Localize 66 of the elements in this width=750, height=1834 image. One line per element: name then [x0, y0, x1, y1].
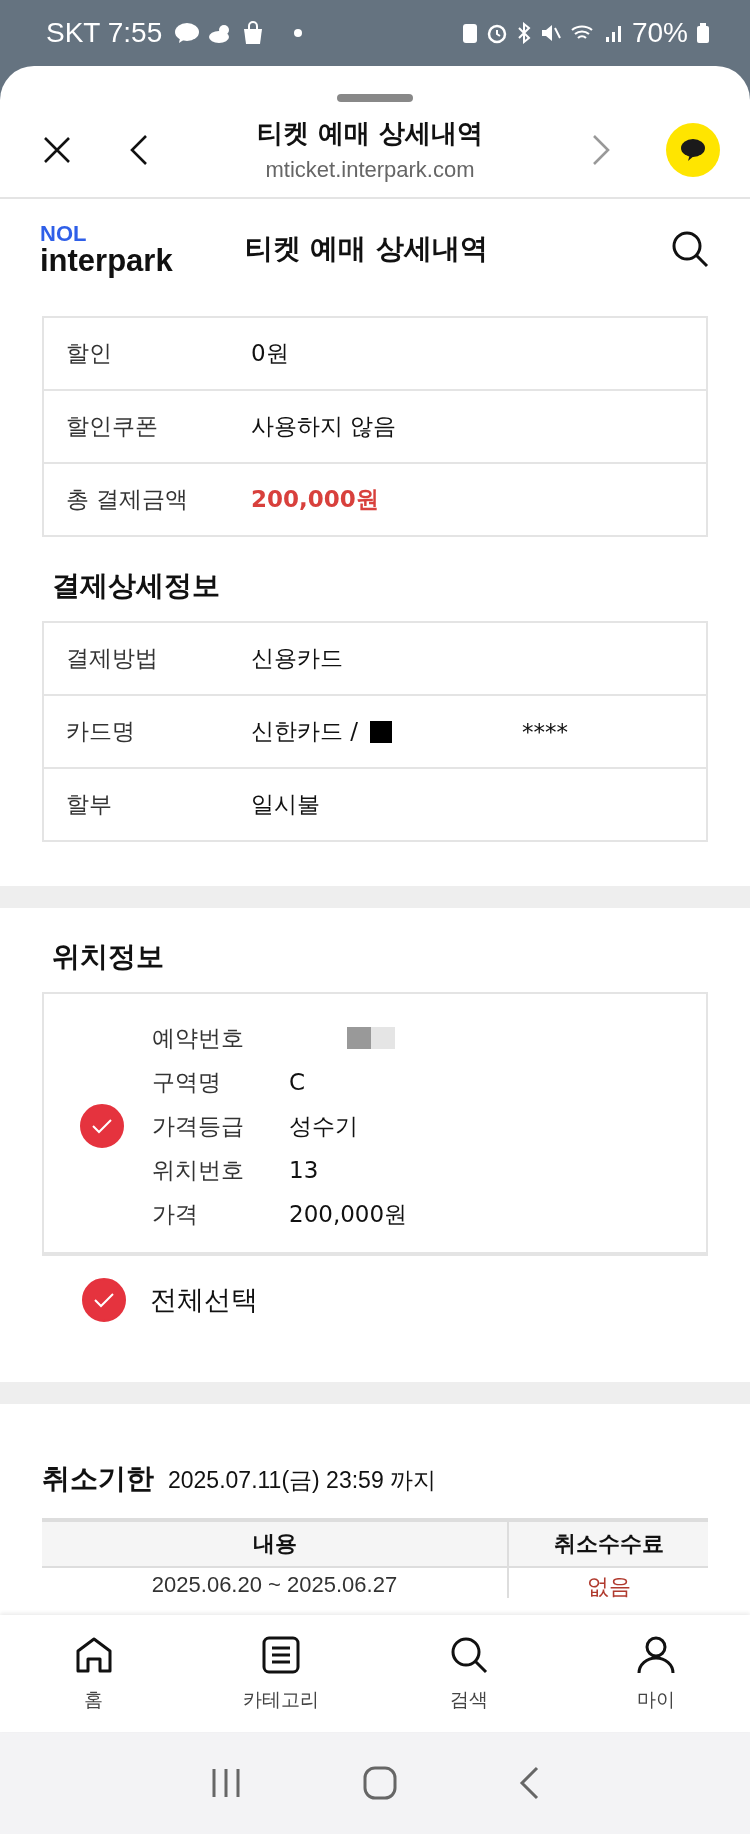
forward-icon[interactable]: [592, 133, 610, 166]
row-label: 할부: [65, 790, 113, 819]
battery-icon: [696, 22, 710, 44]
row-value: 200,000원: [251, 485, 379, 514]
back-icon[interactable]: [130, 133, 148, 166]
table-cell: 2025.06.20 ~ 2025.06.27: [42, 1568, 509, 1598]
app-title: 티켓 예매 상세내역: [244, 231, 490, 267]
list-icon: [261, 1634, 302, 1675]
alarm-icon: [485, 22, 508, 44]
shopping-bag-icon: [242, 21, 265, 45]
nav-tab[interactable]: 검색: [375, 1615, 563, 1732]
deadline-text: 2025.07.11(금) 23:59 까지: [168, 1466, 437, 1495]
row-value: 0원: [251, 339, 289, 368]
url-text: mticket.interpark.com: [265, 157, 475, 183]
seat-label: 가격: [152, 1199, 199, 1229]
column-header: 취소수수료: [552, 1530, 665, 1558]
page-title: 티켓 예매 상세내역: [256, 117, 484, 150]
nav-tab[interactable]: 홈: [0, 1615, 188, 1732]
logo[interactable]: NOL interpark: [40, 222, 173, 276]
row-label: 할인쿠폰: [65, 412, 159, 441]
column-header: 내용: [42, 1522, 509, 1566]
redaction-mark: [370, 720, 393, 743]
table-cell-text: 없음: [585, 1573, 632, 1601]
battery-saver-icon: [461, 22, 478, 44]
row-value: 사용하지 않음: [251, 412, 397, 441]
row-label: 총 결제금액: [65, 485, 190, 514]
seat-value: C: [289, 1069, 306, 1095]
seat-label: 구역명: [152, 1067, 222, 1097]
row-value: 신한카드 /: [251, 717, 359, 746]
drag-handle[interactable]: [337, 94, 413, 102]
section-title: 취소기한: [42, 1461, 154, 1497]
carrier-time: SKT 7:55: [46, 17, 163, 49]
battery-percent: 70%: [631, 17, 688, 49]
close-icon[interactable]: [42, 134, 72, 165]
search-icon[interactable]: [670, 229, 710, 269]
nav-tab[interactable]: 카테고리: [187, 1615, 375, 1732]
row-value: 신용카드: [251, 644, 343, 673]
section-title: 위치정보: [52, 939, 165, 975]
bluetooth-icon: [515, 22, 532, 44]
seat-label: 위치번호: [152, 1155, 245, 1185]
chat-icon: [174, 22, 201, 44]
seat-value: 13: [289, 1157, 319, 1183]
dot-icon: [294, 29, 303, 37]
seat-label: 예약번호: [152, 1023, 245, 1053]
seat-label: 가격등급: [152, 1111, 245, 1141]
select-all-label[interactable]: 전체선택: [150, 1282, 258, 1318]
row-label: 결제방법: [65, 644, 159, 673]
checkbox[interactable]: [80, 1104, 124, 1148]
recent-apps-icon[interactable]: [211, 1767, 241, 1799]
nav-tab[interactable]: 마이: [562, 1615, 750, 1732]
person-icon: [636, 1634, 677, 1675]
seat-card[interactable]: 예약번호 구역명 C 가격등급 성수기 위치번호 13 가격 200,000원: [42, 992, 708, 1256]
section-title: 결제상세정보: [52, 568, 221, 604]
checkbox[interactable]: [82, 1278, 126, 1322]
checkmark-icon: [91, 1118, 113, 1134]
checkmark-icon: [93, 1292, 115, 1308]
redaction-mark: [347, 1027, 395, 1049]
seat-value: 200,000원: [289, 1199, 408, 1229]
mute-icon: [539, 22, 562, 44]
row-value: 일시불: [251, 790, 320, 819]
row-label: 카드명: [65, 717, 136, 746]
seat-value: 성수기: [289, 1111, 358, 1141]
masked-digits: ****: [522, 718, 569, 745]
home-button-icon[interactable]: [363, 1766, 397, 1800]
chat-bubble-icon[interactable]: [666, 122, 720, 177]
row-label: 할인: [65, 339, 113, 368]
